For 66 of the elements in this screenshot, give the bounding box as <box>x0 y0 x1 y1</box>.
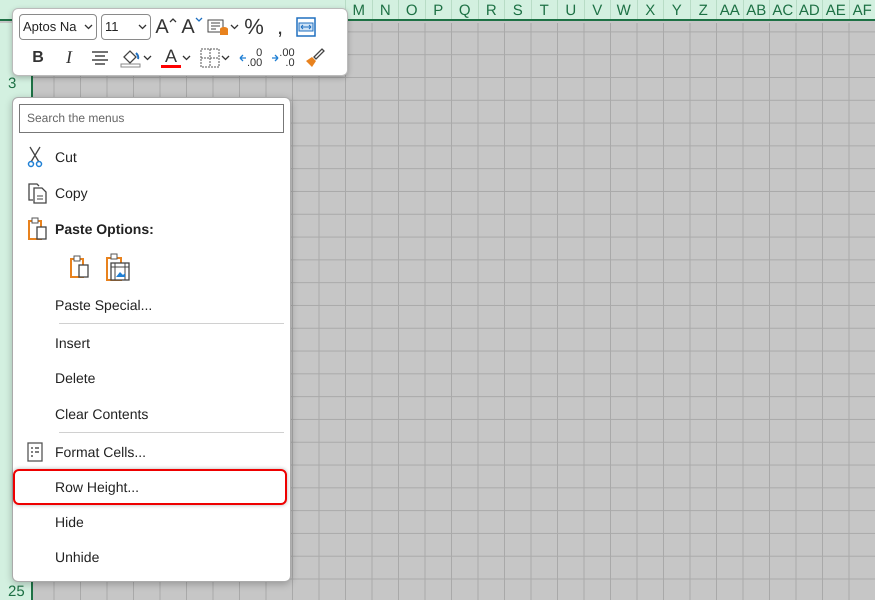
menu-item[interactable]: Hide <box>13 504 287 540</box>
copy-icon <box>27 182 49 204</box>
menu-item[interactable]: Cut <box>13 140 287 175</box>
caret-icon[interactable] <box>182 54 191 60</box>
column-header[interactable]: AD <box>796 0 822 19</box>
merge-cells-icon <box>296 16 316 36</box>
arrow-right-icon <box>271 54 280 62</box>
menu-item[interactable]: Clear Contents <box>13 396 287 432</box>
paintbrush-icon <box>304 46 326 68</box>
column-header[interactable]: N <box>372 0 398 19</box>
column-header[interactable]: T <box>530 0 557 19</box>
column-header[interactable]: Q <box>451 0 478 19</box>
decrease-decimal-button[interactable]: .00 .0 <box>271 44 295 70</box>
format-button[interactable]: , <box>269 14 291 40</box>
column-header[interactable]: X <box>636 0 663 19</box>
row-header[interactable]: 3 <box>0 76 31 92</box>
search-field[interactable]: Search the menus <box>19 104 284 133</box>
column-header[interactable]: AA <box>716 0 742 19</box>
column-header[interactable]: AE <box>822 0 848 19</box>
column-header[interactable]: U <box>557 0 584 19</box>
caret-icon[interactable] <box>84 24 93 30</box>
column-header[interactable]: AB <box>742 0 769 19</box>
menu-item[interactable]: Format Cells... <box>13 434 287 470</box>
arrow-left-icon <box>239 54 247 62</box>
menu-item[interactable]: Unhide <box>13 540 287 575</box>
bold-button[interactable]: B <box>27 44 49 70</box>
menu-item[interactable]: Row Height... <box>13 469 287 505</box>
column-header[interactable]: AF <box>848 0 875 19</box>
paste-picture-icon[interactable] <box>105 253 131 282</box>
column-header[interactable]: W <box>610 0 636 19</box>
column-header[interactable]: AC <box>769 0 796 19</box>
font-color-button[interactable]: A <box>161 44 191 70</box>
paint-bucket-icon <box>120 48 142 68</box>
table-icon <box>207 16 229 36</box>
column-header[interactable]: S <box>504 0 530 19</box>
font-name-field[interactable]: Aptos Na <box>19 14 97 40</box>
column-header[interactable]: R <box>478 0 504 19</box>
caret-icon[interactable] <box>221 54 230 60</box>
menu-item[interactable]: Delete <box>13 360 287 396</box>
font-size-field[interactable]: 11 <box>101 14 151 40</box>
increase-font-size-button[interactable]: A <box>155 14 177 40</box>
format-cells-icon <box>27 442 43 462</box>
column-header[interactable]: Y <box>663 0 690 19</box>
caret-icon[interactable] <box>143 54 152 60</box>
column-header[interactable]: O <box>398 0 424 19</box>
clipboard-icon[interactable] <box>69 255 91 280</box>
borders-icon <box>200 48 220 68</box>
caret-icon[interactable] <box>138 24 147 30</box>
caret-down-icon <box>194 16 203 22</box>
column-header[interactable]: V <box>584 0 610 19</box>
menu-item[interactable]: Insert <box>13 325 287 361</box>
scissors-icon <box>27 146 43 168</box>
align-center-icon <box>90 50 110 66</box>
increase-decimal-button[interactable]: 0 .00 <box>239 44 262 70</box>
italic-button[interactable]: I <box>58 44 80 70</box>
format-button[interactable]: % <box>243 14 265 40</box>
column-header[interactable]: P <box>424 0 451 19</box>
menu-heading: Paste Options: <box>13 210 287 248</box>
caret-up-icon <box>168 16 177 22</box>
decrease-font-size-button[interactable]: A <box>181 14 203 40</box>
caret-icon[interactable] <box>230 24 239 30</box>
clipboard-icon <box>27 216 49 241</box>
menu-item[interactable]: Copy <box>13 174 287 210</box>
row-header[interactable]: 25 <box>0 584 31 600</box>
menu-item[interactable]: Paste Special... <box>13 287 287 322</box>
column-header[interactable]: Z <box>690 0 716 19</box>
